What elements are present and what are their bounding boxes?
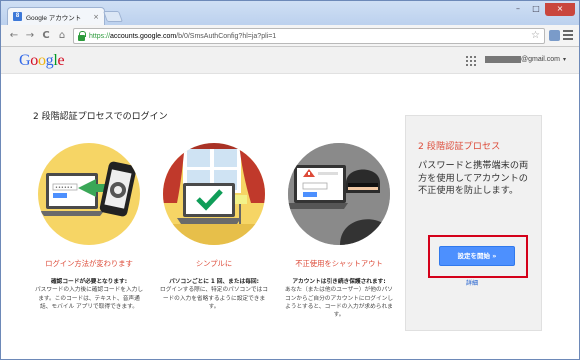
minimize-button[interactable]: – bbox=[509, 3, 527, 16]
chrome-menu-icon[interactable] bbox=[563, 30, 573, 41]
logo-letter: e bbox=[57, 52, 65, 69]
sidebar-panel: 2 段階認証プロセス パスワードと携帯端末の両方を使用してアカウントの不正使用を… bbox=[405, 115, 542, 331]
tab-title: Google アカウント bbox=[26, 14, 82, 22]
thief-blocked-illustration bbox=[288, 143, 390, 245]
home-icon[interactable]: ⌂ bbox=[55, 29, 69, 43]
close-window-button[interactable]: × bbox=[545, 3, 575, 16]
sidebar-title: 2 段階認証プロセス bbox=[418, 141, 501, 152]
browser-window: 8 Google アカウント × – □ × ← → C ⌂ https://a… bbox=[0, 0, 580, 360]
feature-description: パソコンごとに 1 回、または毎回: ログインする際に、特定のパソコンではコードの… bbox=[160, 279, 268, 310]
browser-toolbar: ← → C ⌂ https://accounts.google.com/b/0/… bbox=[1, 25, 579, 47]
start-setup-button[interactable]: 設定を開始 » bbox=[439, 246, 515, 266]
feature-description: アカウントは引き続き保護されます: あなた（または他のユーザー）が他のパソコンから… bbox=[284, 279, 394, 319]
feature-block-unauthorized: 不正使用をシャットアウト アカウントは引き続き保護されます: あなた（または他のユ… bbox=[283, 143, 395, 319]
chevron-down-icon: ▾ bbox=[563, 57, 567, 63]
account-email-suffix: @gmail.com bbox=[521, 56, 561, 63]
sidebar-description: パスワードと携帯端末の両方を使用してアカウントの不正使用を防止します。 bbox=[418, 160, 529, 196]
reload-icon[interactable]: C bbox=[39, 29, 53, 43]
window-controls: – □ × bbox=[509, 3, 575, 16]
google-favicon-icon: 8 bbox=[13, 12, 22, 21]
google-logo[interactable]: Google bbox=[19, 52, 65, 70]
tab-close-icon[interactable]: × bbox=[93, 13, 99, 21]
svg-text:••••••: •••••• bbox=[55, 185, 73, 191]
address-bar[interactable]: https://accounts.google.com/b/0/SmsAuthC… bbox=[73, 28, 545, 44]
page-title: 2 段階認証プロセスでのログイン bbox=[33, 112, 168, 122]
logo-letter: G bbox=[19, 52, 31, 69]
apps-grid-icon[interactable] bbox=[466, 56, 476, 66]
laptop-checkmark-illustration bbox=[163, 143, 265, 245]
feature-login-change: •••••• ログイン方法が変わります 確認コードが必要となります: パスワードの… bbox=[33, 143, 145, 311]
logo-letter: o bbox=[30, 52, 38, 69]
redacted-account-name bbox=[485, 56, 521, 63]
feature-title: 不正使用をシャットアウト bbox=[295, 259, 383, 268]
back-arrow-icon[interactable]: ← bbox=[7, 29, 21, 43]
extension-camera-icon[interactable] bbox=[549, 30, 560, 41]
forward-arrow-icon[interactable]: → bbox=[23, 29, 37, 43]
google-header: Google @gmail.com ▾ bbox=[1, 47, 579, 74]
bookmark-star-icon[interactable]: ☆ bbox=[531, 30, 540, 41]
title-bar: 8 Google アカウント × – □ × bbox=[1, 1, 579, 25]
url-text: https://accounts.google.com/b/0/SmsAuthC… bbox=[89, 32, 277, 40]
details-link[interactable]: 詳細 bbox=[466, 278, 478, 287]
feature-title: ログイン方法が変わります bbox=[45, 259, 133, 268]
feature-description: 確認コードが必要となります: パスワードの入力後に確認コードを入力します。このコー… bbox=[34, 279, 144, 310]
logo-letter: o bbox=[37, 52, 46, 69]
lock-icon bbox=[78, 30, 86, 41]
new-tab-button[interactable] bbox=[102, 11, 124, 22]
account-menu[interactable]: @gmail.com ▾ bbox=[485, 56, 566, 63]
browser-tab[interactable]: 8 Google アカウント × bbox=[7, 7, 105, 25]
phone-to-laptop-code-illustration: •••••• bbox=[38, 143, 140, 245]
feature-simple: シンプルに パソコンごとに 1 回、または毎回: ログインする際に、特定のパソコン… bbox=[158, 143, 270, 311]
feature-title: シンプルに bbox=[195, 259, 233, 268]
maximize-button[interactable]: □ bbox=[527, 3, 545, 16]
